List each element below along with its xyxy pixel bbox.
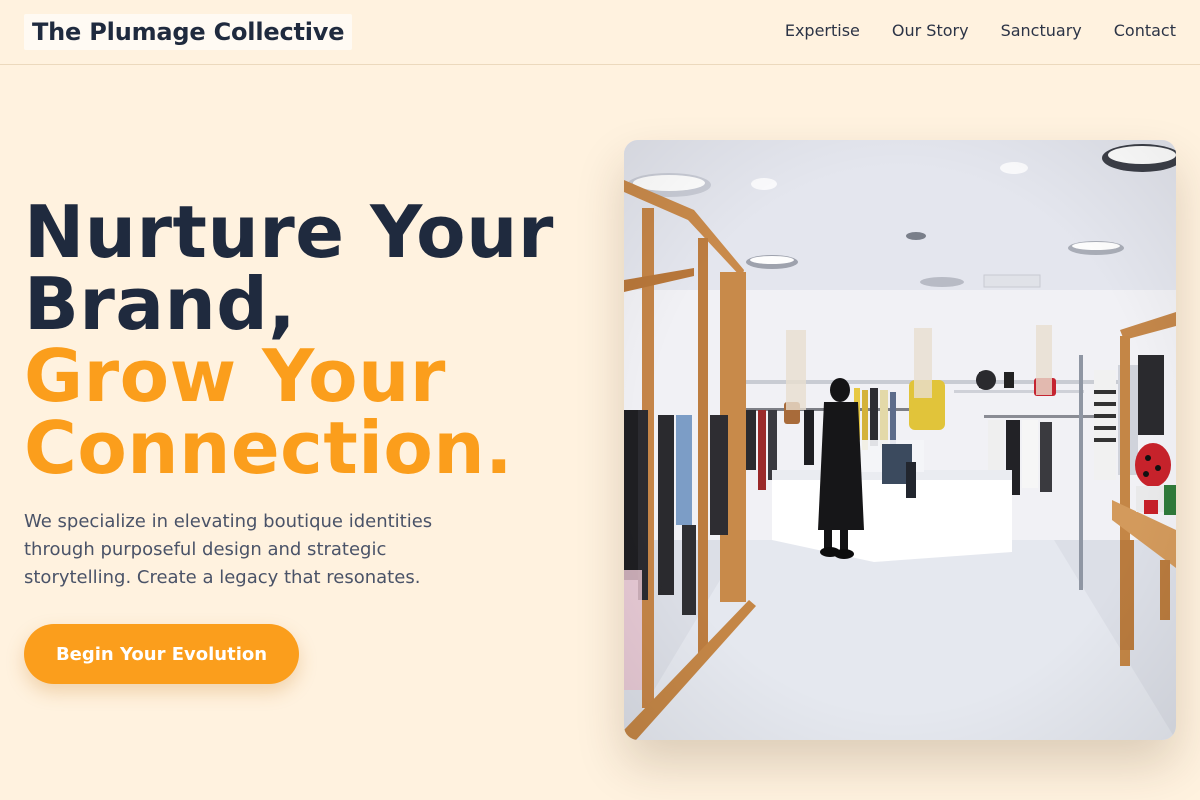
- begin-evolution-button[interactable]: Begin Your Evolution: [24, 624, 299, 684]
- site-header: The Plumage Collective Expertise Our Sto…: [0, 0, 1200, 65]
- nav-link-our-story[interactable]: Our Story: [892, 20, 969, 42]
- hero-title-line-4: Connection.: [24, 406, 514, 490]
- nav-link-expertise[interactable]: Expertise: [785, 20, 860, 42]
- hero-title: Nurture Your Brand, Grow Your Connection…: [24, 196, 584, 484]
- hero-title-line-1: Nurture Your: [24, 190, 554, 274]
- brand-logo[interactable]: The Plumage Collective: [24, 14, 353, 50]
- nav-link-contact[interactable]: Contact: [1114, 20, 1176, 42]
- main-nav: Expertise Our Story Sanctuary Contact: [785, 20, 1176, 42]
- nav-link-sanctuary[interactable]: Sanctuary: [1001, 20, 1082, 42]
- hero-description: We specialize in elevating boutique iden…: [24, 511, 433, 588]
- hero-title-line-3: Grow Your: [24, 334, 446, 418]
- hero-title-line-2: Brand,: [24, 262, 297, 346]
- hero-boutique-image: [624, 140, 1176, 740]
- boutique-illustration: [624, 140, 1176, 740]
